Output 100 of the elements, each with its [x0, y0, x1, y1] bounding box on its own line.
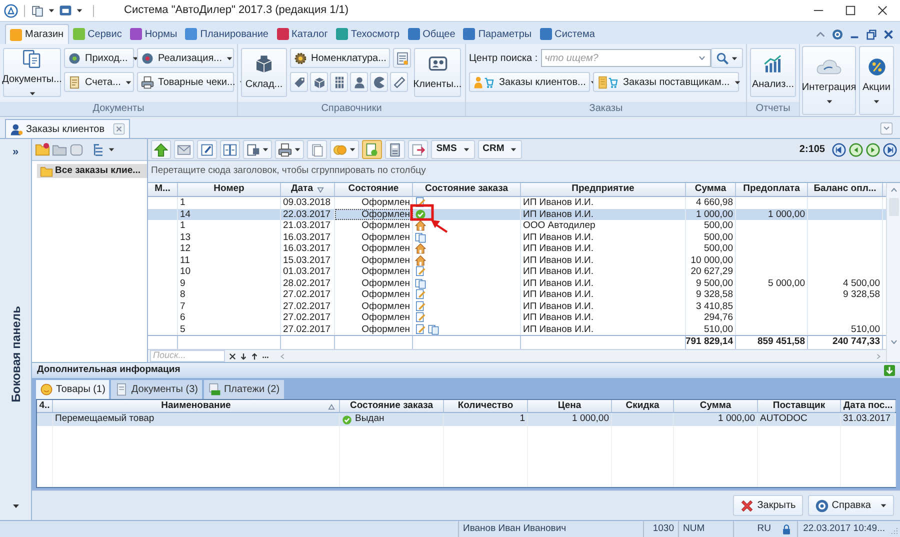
icon-button[interactable] — [310, 72, 328, 92]
ribbon-button[interactable]: Заказы поставщикам... — [593, 72, 739, 92]
column-header[interactable]: 4.. — [37, 400, 53, 412]
help-icon[interactable] — [832, 28, 843, 40]
table-row[interactable]: 13 16.03.2017 Оформлен ИП Иванов И.И. 500,00 — [148, 232, 886, 243]
ribbon-tab[interactable]: Каталог — [272, 24, 332, 44]
column-header[interactable]: Количество — [444, 400, 528, 412]
window-icon[interactable] — [59, 4, 72, 17]
table-row[interactable]: 12 16.03.2017 Оформлен ИП Иванов И.И. 500,00 — [148, 243, 886, 254]
table-row[interactable]: 5 27.02.2017 Оформлен ИП Иванов И.И. 510,00 510,00 — [148, 324, 886, 335]
icon-button[interactable] — [390, 72, 408, 92]
table-row[interactable]: 11 15.03.2017 Оформлен ИП Иванов И.И. 10 000,00 — [148, 254, 886, 266]
ribbon-tab[interactable]: Параметры — [459, 24, 536, 44]
toolbar-button[interactable] — [408, 140, 428, 159]
ribbon-tab[interactable]: Общее — [404, 24, 460, 44]
ribbon-tab[interactable]: Система — [536, 24, 599, 44]
restore-icon[interactable] — [866, 28, 877, 40]
column-header[interactable]: Состояние заказа — [340, 400, 444, 412]
toolbar-button[interactable] — [275, 140, 304, 159]
help-button[interactable]: Справка — [808, 495, 894, 516]
search-field[interactable]: что ищем? — [540, 49, 711, 67]
caret-icon[interactable] — [12, 502, 20, 510]
last-record-icon[interactable] — [883, 142, 897, 156]
toolbar-button[interactable] — [151, 140, 171, 159]
close-icon[interactable] — [112, 123, 125, 135]
close-button[interactable]: Закрыть — [733, 495, 803, 516]
icon-button[interactable] — [350, 72, 368, 92]
column-header[interactable]: Предприятие — [521, 183, 686, 196]
table-row[interactable]: Перемещаемый товар Выдан 1 1 000,00 1 000,00 AUTODOC 31.03.2017 — [37, 413, 895, 426]
ribbon-button[interactable]: Приход... — [64, 48, 134, 68]
column-header[interactable]: Цена — [528, 400, 612, 412]
toolbar-button[interactable] — [197, 140, 217, 159]
tab[interactable]: Документы (3) — [111, 380, 202, 399]
icon-button[interactable] — [393, 48, 411, 68]
download-icon[interactable] — [884, 365, 895, 376]
toolbar-button[interactable]: CRM — [478, 140, 522, 159]
column-header[interactable]: Состояние — [335, 183, 413, 196]
ribbon-button[interactable]: Клиенты... — [414, 48, 461, 97]
toolbar-button[interactable] — [362, 140, 382, 159]
ribbon-tab[interactable]: Сервис — [68, 24, 126, 44]
scrollbar[interactable] — [886, 183, 900, 362]
toolbar-button[interactable] — [243, 140, 272, 159]
search-button[interactable] — [710, 48, 743, 68]
column-header[interactable]: Баланс опл... — [808, 183, 883, 196]
column-header[interactable]: Состояние заказа — [413, 183, 521, 196]
ribbon-button[interactable]: Акции — [859, 46, 894, 115]
ribbon-tab[interactable]: Нормы — [126, 24, 182, 44]
column-header[interactable]: Дата — [281, 183, 335, 196]
documents-icon[interactable] — [31, 4, 44, 17]
collapse-icon[interactable] — [880, 122, 893, 135]
tab[interactable]: Товары (1) — [36, 380, 110, 399]
document-tab[interactable]: Заказы клиентов — [5, 119, 130, 138]
icon-button[interactable] — [370, 72, 388, 92]
column-header[interactable]: Предоплата — [736, 183, 808, 196]
toolbar-button[interactable] — [174, 140, 194, 159]
clear-icon[interactable] — [229, 352, 236, 360]
down-arrow-icon[interactable] — [240, 352, 247, 360]
ribbon-button[interactable]: Анализ... — [750, 48, 796, 97]
column-header[interactable]: Дата пос... — [841, 400, 896, 412]
ribbon-button[interactable]: Склад... — [241, 48, 287, 97]
table-row[interactable]: 14 22.03.2017 Оформлен ИП Иванов И.И. 1 000,00 1 000,00 — [148, 208, 886, 220]
ribbon-tab[interactable]: Магазин — [5, 24, 69, 44]
column-header[interactable]: Поставщик — [758, 400, 841, 412]
close-icon[interactable] — [883, 28, 894, 40]
scroll-thumb[interactable] — [888, 198, 898, 216]
column-header[interactable]: Наименование — [53, 400, 340, 412]
column-header[interactable]: Сумма — [674, 400, 758, 412]
ribbon-button[interactable]: Номенклатура... — [290, 48, 390, 68]
tab[interactable]: Платежи (2) — [204, 380, 284, 399]
ribbon-tab[interactable]: Техосмотр — [332, 24, 404, 44]
new-folder-icon[interactable] — [35, 142, 50, 157]
previous-icon[interactable] — [849, 142, 863, 156]
toolbar-button[interactable] — [220, 140, 240, 159]
table-row[interactable]: 8 27.02.2017 Оформлен ИП Иванов И.И. 9 328,58 9 328,58 — [148, 289, 886, 300]
toolbar-button[interactable]: SMS — [431, 140, 475, 159]
app-logo-icon[interactable] — [4, 4, 18, 18]
next-icon[interactable] — [866, 142, 880, 156]
toolbar-button[interactable] — [385, 140, 405, 159]
first-record-icon[interactable] — [832, 142, 846, 156]
table-row[interactable]: 6 27.02.2017 Оформлен ИП Иванов И.И. 294,76 — [148, 312, 886, 324]
table-row[interactable]: 10 01.03.2017 Оформлен ИП Иванов И.И. 20 627,29 — [148, 266, 886, 278]
ribbon-tab[interactable]: Планирование — [181, 24, 272, 44]
highlight-frame — [410, 204, 434, 221]
ribbon-button[interactable]: Счета... — [64, 72, 134, 92]
ribbon-button[interactable]: Интеграция — [802, 46, 856, 115]
column-header[interactable]: Скидка — [612, 400, 674, 412]
column-header[interactable]: Сумма — [686, 183, 736, 196]
ribbon-button[interactable]: Заказы клиентов... — [469, 72, 590, 92]
search-field[interactable]: Поиск... — [150, 350, 225, 362]
table-row[interactable]: 9 28.02.2017 Оформлен ИП Иванов И.И. 9 500,00 5 000,00 4 500,00 — [148, 278, 886, 289]
ribbon-button[interactable]: Реализация... — [137, 48, 234, 68]
column-header[interactable]: Номер — [178, 183, 281, 196]
icon-button[interactable] — [330, 72, 348, 92]
expand-button[interactable]: » — [12, 144, 19, 160]
up-arrow-icon[interactable] — [251, 352, 258, 360]
icon-button[interactable] — [290, 72, 308, 92]
tree-item[interactable]: Все заказы клие... — [37, 164, 147, 178]
ribbon-button[interactable]: Документы... — [3, 48, 61, 97]
column-header[interactable]: М... — [148, 183, 178, 196]
table-row[interactable]: 7 27.02.2017 Оформлен ИП Иванов И.И. 3 410,85 — [148, 300, 886, 312]
